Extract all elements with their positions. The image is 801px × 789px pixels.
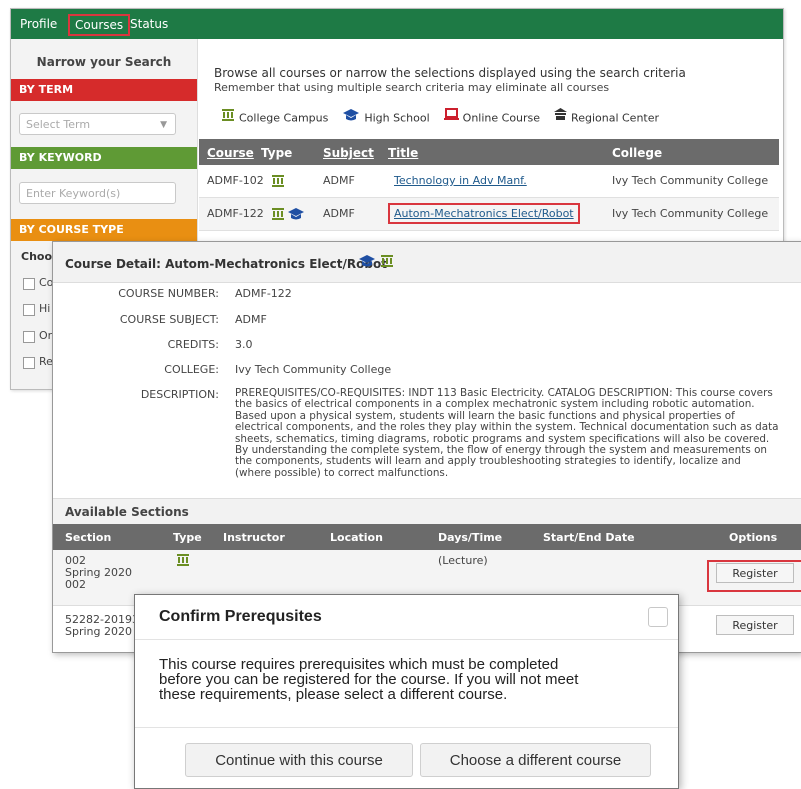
by-keyword-header: BY KEYWORD bbox=[11, 147, 197, 169]
nav-profile[interactable]: Profile bbox=[20, 17, 57, 31]
regional-center-icon bbox=[554, 108, 568, 120]
nav-courses[interactable]: Courses bbox=[68, 14, 131, 36]
course-subject-value: ADMF bbox=[235, 313, 267, 326]
course-title-link[interactable]: Technology in Adv Manf. bbox=[394, 174, 527, 187]
by-course-type-header: BY COURSE TYPE bbox=[11, 219, 197, 241]
course-detail-title: Course Detail: Autom-Mechatronics Elect/… bbox=[65, 257, 387, 271]
laptop-icon bbox=[443, 108, 459, 120]
divider bbox=[135, 639, 678, 640]
credits-value: 3.0 bbox=[235, 338, 253, 351]
college-value: Ivy Tech Community College bbox=[235, 363, 392, 376]
col-options: Options bbox=[729, 531, 778, 544]
course-college: Ivy Tech Community College bbox=[612, 207, 769, 220]
col-subject[interactable]: Subject bbox=[323, 146, 374, 160]
section-code: 002 bbox=[65, 578, 86, 591]
credits-label: CREDITS: bbox=[167, 338, 219, 351]
top-nav: Profile Courses Status bbox=[11, 9, 783, 39]
col-type: Type bbox=[261, 146, 293, 160]
graduation-cap-icon bbox=[343, 109, 360, 121]
col-course[interactable]: Course bbox=[207, 146, 254, 160]
col-instructor: Instructor bbox=[223, 531, 285, 544]
campus-icon bbox=[177, 554, 189, 566]
description-value: PREREQUISITES/CO-REQUISITES: INDT 113 Ba… bbox=[235, 387, 779, 479]
table-row: ADMF-122 ADMF Autom-Mechatronics Elect/R… bbox=[199, 198, 779, 231]
dialog-title: Confirm Prerequsites bbox=[159, 608, 322, 625]
section-days-time: (Lecture) bbox=[438, 554, 488, 567]
campus-icon bbox=[272, 175, 284, 187]
section-term: Spring 2020 bbox=[65, 625, 132, 638]
sections-table-header: Section Type Instructor Location Days/Ti… bbox=[53, 524, 801, 550]
description-label: DESCRIPTION: bbox=[140, 388, 219, 401]
choose-type-label: Choo bbox=[21, 250, 53, 263]
college-label: COLLEGE: bbox=[164, 363, 219, 376]
graduation-cap-icon bbox=[359, 255, 375, 267]
course-type-icons bbox=[358, 254, 394, 272]
course-title-link[interactable]: Autom-Mechatronics Elect/Robot bbox=[388, 203, 580, 224]
browse-note: Remember that using multiple search crit… bbox=[214, 81, 610, 94]
type-checkbox-regional[interactable] bbox=[23, 357, 35, 369]
col-title[interactable]: Title bbox=[388, 146, 418, 160]
available-sections-bar: Available Sections bbox=[53, 498, 801, 525]
term-select-value: Select Term bbox=[26, 118, 91, 131]
table-row: ADMF-102 ADMF Technology in Adv Manf. Iv… bbox=[199, 165, 779, 198]
course-detail-header: Course Detail: Autom-Mechatronics Elect/… bbox=[53, 242, 801, 283]
dialog-message: This course requires prerequisites which… bbox=[159, 657, 659, 702]
col-college: College bbox=[612, 146, 663, 160]
dialog-message-line: before you can be registered for the cou… bbox=[159, 671, 579, 688]
course-college: Ivy Tech Community College bbox=[612, 174, 769, 187]
close-icon[interactable] bbox=[648, 607, 668, 627]
campus-icon bbox=[222, 109, 234, 121]
confirm-prerequisites-dialog: Confirm Prerequsites This course require… bbox=[134, 594, 679, 789]
nav-status[interactable]: Status bbox=[130, 17, 168, 31]
course-subject: ADMF bbox=[323, 207, 355, 220]
keyword-input[interactable]: Enter Keyword(s) bbox=[19, 182, 176, 204]
register-highlight bbox=[707, 560, 801, 592]
col-location: Location bbox=[330, 531, 383, 544]
graduation-cap-icon bbox=[288, 208, 304, 220]
type-checkbox-campus[interactable] bbox=[23, 278, 35, 290]
register-button[interactable]: Register bbox=[716, 615, 794, 635]
campus-icon bbox=[381, 255, 394, 267]
course-number-value: ADMF-122 bbox=[235, 287, 292, 300]
chevron-down-icon: ▼ bbox=[160, 120, 167, 130]
col-section: Section bbox=[65, 531, 112, 544]
browse-instructions: Browse all courses or narrow the selecti… bbox=[214, 66, 686, 80]
course-detail-panel: Course Detail: Autom-Mechatronics Elect/… bbox=[52, 241, 801, 653]
col-type: Type bbox=[173, 531, 202, 544]
by-term-header: BY TERM bbox=[11, 79, 197, 101]
type-checkbox-high-school[interactable] bbox=[23, 304, 35, 316]
legend-high-school: High School bbox=[364, 111, 430, 125]
course-subject-label: COURSE SUBJECT: bbox=[119, 313, 219, 326]
course-number-label: COURSE NUMBER: bbox=[118, 287, 219, 300]
course-subject: ADMF bbox=[323, 174, 355, 187]
term-select[interactable]: Select Term ▼ bbox=[19, 113, 176, 135]
legend-regional-center: Regional Center bbox=[571, 111, 660, 125]
legend-online-course: Online Course bbox=[462, 111, 541, 125]
col-days-time: Days/Time bbox=[438, 531, 503, 544]
divider bbox=[135, 727, 678, 728]
choose-different-course-button[interactable]: Choose a different course bbox=[420, 743, 651, 777]
available-sections-title: Available Sections bbox=[65, 505, 189, 519]
course-code: ADMF-122 bbox=[207, 207, 264, 220]
dialog-message-line: these requirements, please select a diff… bbox=[159, 686, 508, 703]
type-option-label: Or bbox=[39, 329, 53, 342]
type-checkbox-online[interactable] bbox=[23, 331, 35, 343]
col-start-end-date: Start/End Date bbox=[543, 531, 635, 544]
type-option-label: Re bbox=[39, 355, 53, 368]
type-option-label: Hi bbox=[39, 302, 51, 315]
campus-icon bbox=[272, 208, 284, 220]
continue-with-course-button[interactable]: Continue with this course bbox=[185, 743, 413, 777]
course-type-legend: College Campus High School Online Course… bbox=[221, 108, 659, 125]
course-table-header: Course Type Subject Title College bbox=[199, 139, 779, 165]
narrow-search-title: Narrow your Search bbox=[36, 55, 172, 69]
legend-college-campus: College Campus bbox=[239, 111, 329, 125]
course-code: ADMF-102 bbox=[207, 174, 264, 187]
dialog-message-line: This course requires prerequisites which… bbox=[159, 656, 559, 673]
